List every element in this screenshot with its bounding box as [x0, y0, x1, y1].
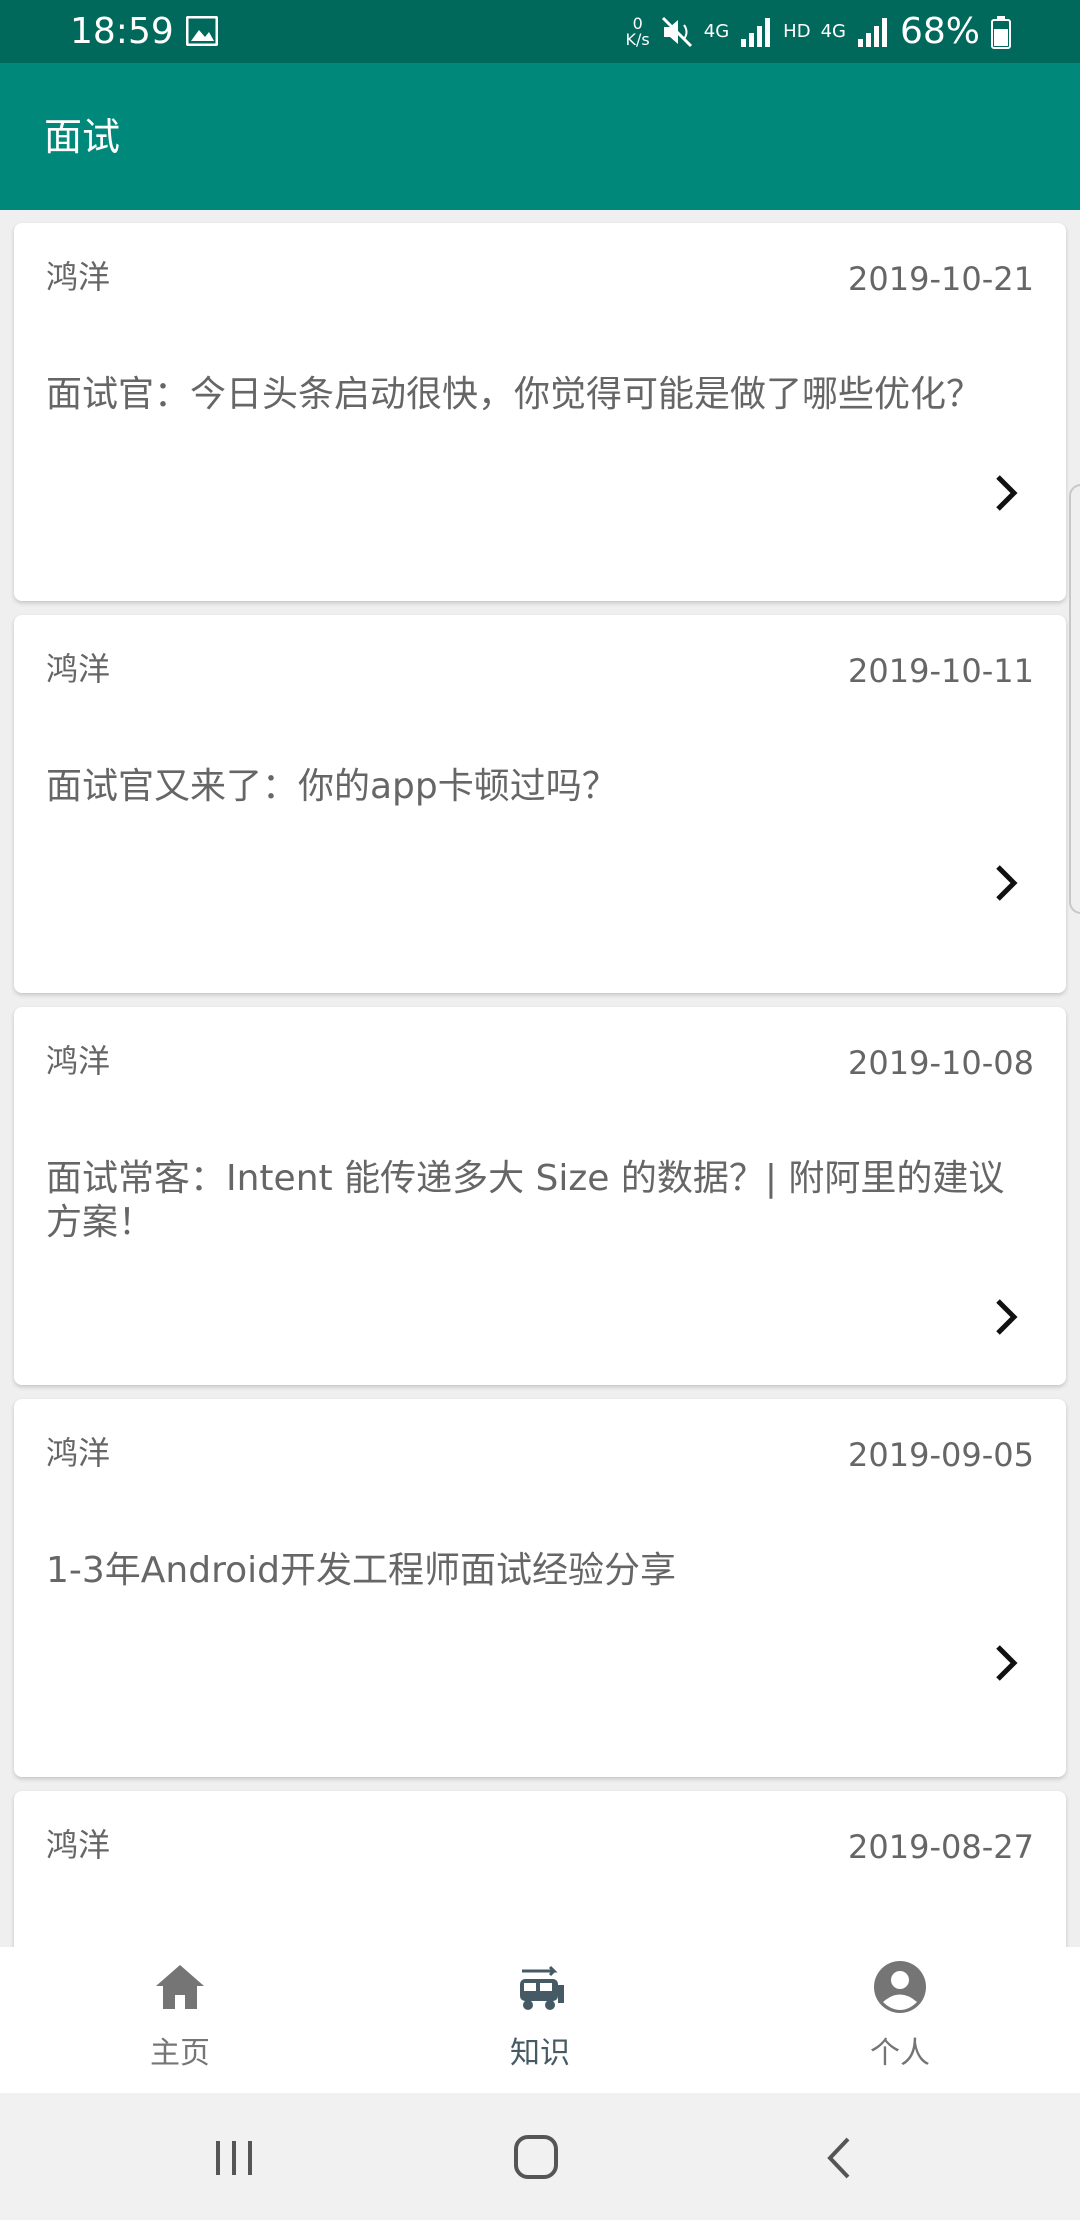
status-time: 18:59 [70, 11, 174, 52]
nav-label-knowledge: 知识 [510, 2036, 570, 2071]
article-card[interactable]: 鸿洋 2019-08-27 [14, 1791, 1066, 1947]
article-title: 面试常客：Intent 能传递多大 Size 的数据？| 附阿里的建议方案！ [46, 1158, 1005, 1243]
net-speed: 0 K/s [625, 14, 650, 49]
article-author: 鸿洋 [46, 1042, 111, 1080]
article-list[interactable]: 鸿洋 2019-10-21 面试官：今日头条启动很快，你觉得可能是做了哪些优化？… [0, 210, 1080, 1947]
mute-icon [661, 16, 692, 48]
knowledge-icon [520, 1965, 564, 2010]
nav-item-account[interactable]: 个人 [720, 1947, 1080, 2093]
chevron-right-icon [996, 865, 1018, 901]
article-date: 2019-09-05 [848, 1436, 1034, 1474]
signal-icon [857, 18, 887, 47]
battery-icon [991, 16, 1011, 49]
article-title: 面试官又来了：你的app卡顿过吗？ [46, 766, 618, 807]
network-tag-1: 4G [703, 21, 730, 42]
bottom-navigation: 主页 知识 个人 [0, 1947, 1080, 2093]
account-icon [874, 1961, 926, 2013]
system-navigation-bar [0, 2093, 1080, 2220]
article-date: 2019-10-08 [848, 1044, 1034, 1082]
network-tag-2: 4G [820, 21, 846, 42]
chevron-right-icon [996, 1645, 1018, 1681]
article-title: 面试官：今日头条启动很快，你觉得可能是做了哪些优化？ [46, 374, 983, 415]
recents-icon[interactable] [204, 2133, 264, 2183]
article-title: 1-3年Android开发工程师面试经验分享 [46, 1550, 676, 1591]
nav-label-home: 主页 [150, 2036, 210, 2071]
article-card[interactable]: 鸿洋 2019-10-21 面试官：今日头条启动很快，你觉得可能是做了哪些优化？ [14, 223, 1066, 601]
article-card[interactable]: 鸿洋 2019-09-05 1-3年Android开发工程师面试经验分享 [14, 1399, 1066, 1777]
network-hd: HD [783, 21, 811, 42]
status-bar: 18:59 0 K/s 4G HD 4G 68% [0, 0, 1080, 63]
signal-icon [741, 18, 771, 47]
article-date: 2019-10-11 [848, 652, 1034, 690]
article-date: 2019-10-21 [848, 260, 1034, 298]
chevron-right-icon [996, 475, 1018, 511]
article-card[interactable]: 鸿洋 2019-10-08 面试常客：Intent 能传递多大 Size 的数据… [14, 1007, 1066, 1385]
home-button-icon[interactable] [506, 2133, 566, 2183]
home-icon [156, 1965, 204, 2009]
article-author: 鸿洋 [46, 650, 111, 688]
back-icon[interactable] [810, 2133, 870, 2183]
nav-label-account: 个人 [870, 2036, 930, 2071]
article-author: 鸿洋 [46, 1434, 111, 1472]
status-indicators: 0 K/s 4G HD 4G 68% [626, 8, 1012, 56]
article-author: 鸿洋 [46, 258, 111, 296]
chevron-right-icon [996, 1299, 1018, 1335]
gallery-icon [186, 16, 218, 46]
article-date: 2019-08-27 [848, 1828, 1034, 1866]
app-bar: 面试 [0, 63, 1080, 210]
nav-item-home[interactable]: 主页 [0, 1947, 360, 2093]
edge-panel-handle[interactable] [1069, 484, 1080, 914]
page-title: 面试 [44, 115, 121, 159]
article-author: 鸿洋 [46, 1826, 111, 1864]
nav-item-knowledge[interactable]: 知识 [360, 1947, 720, 2093]
battery-level: 68% [899, 11, 980, 52]
article-card[interactable]: 鸿洋 2019-10-11 面试官又来了：你的app卡顿过吗？ [14, 615, 1066, 993]
